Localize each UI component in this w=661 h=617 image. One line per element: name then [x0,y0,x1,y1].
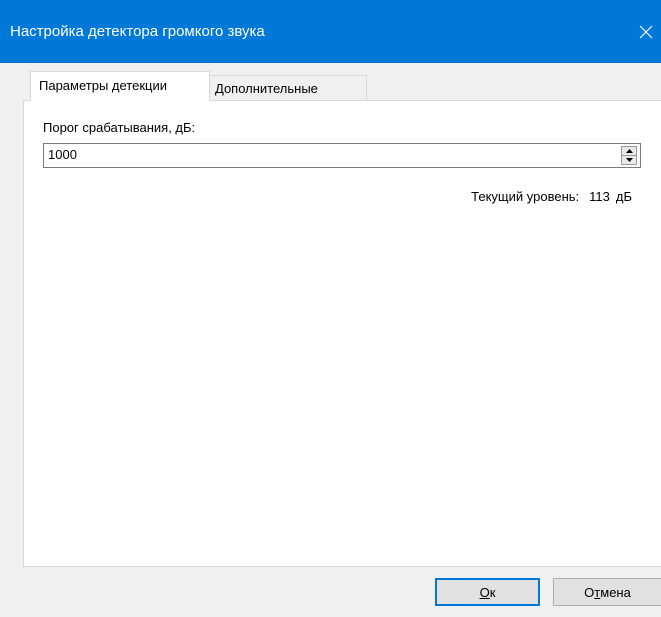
ok-mnemonic: О [479,584,490,600]
current-level-label: Текущий уровень: [471,189,580,204]
stepper-up-button[interactable] [621,146,637,156]
tab-panel-detection: Порог срабатывания, дБ: 1000 Текущий уро… [23,100,661,567]
current-level: Текущий уровень: 113 дБ [471,189,632,204]
current-level-value: 113 [589,189,610,204]
ok-button[interactable]: Ок [435,578,540,606]
close-button[interactable] [631,14,661,50]
arrow-up-icon [625,149,633,153]
threshold-label: Порог срабатывания, дБ: [43,120,196,135]
close-icon [639,25,653,39]
threshold-stepper[interactable]: 1000 [43,143,641,168]
title-bar[interactable]: Настройка детектора громкого звука [0,0,661,63]
tab-detection-params[interactable]: Параметры детекции [30,71,210,101]
arrow-down-icon [625,158,633,162]
cancel-label-start: О [584,584,595,600]
cancel-button[interactable]: От мена [553,578,661,606]
cancel-label-rest: мена [600,584,631,600]
tab-additional[interactable]: Дополнительные [210,75,367,101]
stepper-buttons [621,146,637,165]
window-title: Настройка детектора громкого звука [10,23,265,40]
ok-label-rest: к [489,584,496,600]
stepper-down-button[interactable] [621,156,637,165]
threshold-value[interactable]: 1000 [48,147,77,162]
current-level-unit: дБ [615,189,632,204]
dialog-window: Настройка детектора громкого звука Парам… [0,0,661,617]
